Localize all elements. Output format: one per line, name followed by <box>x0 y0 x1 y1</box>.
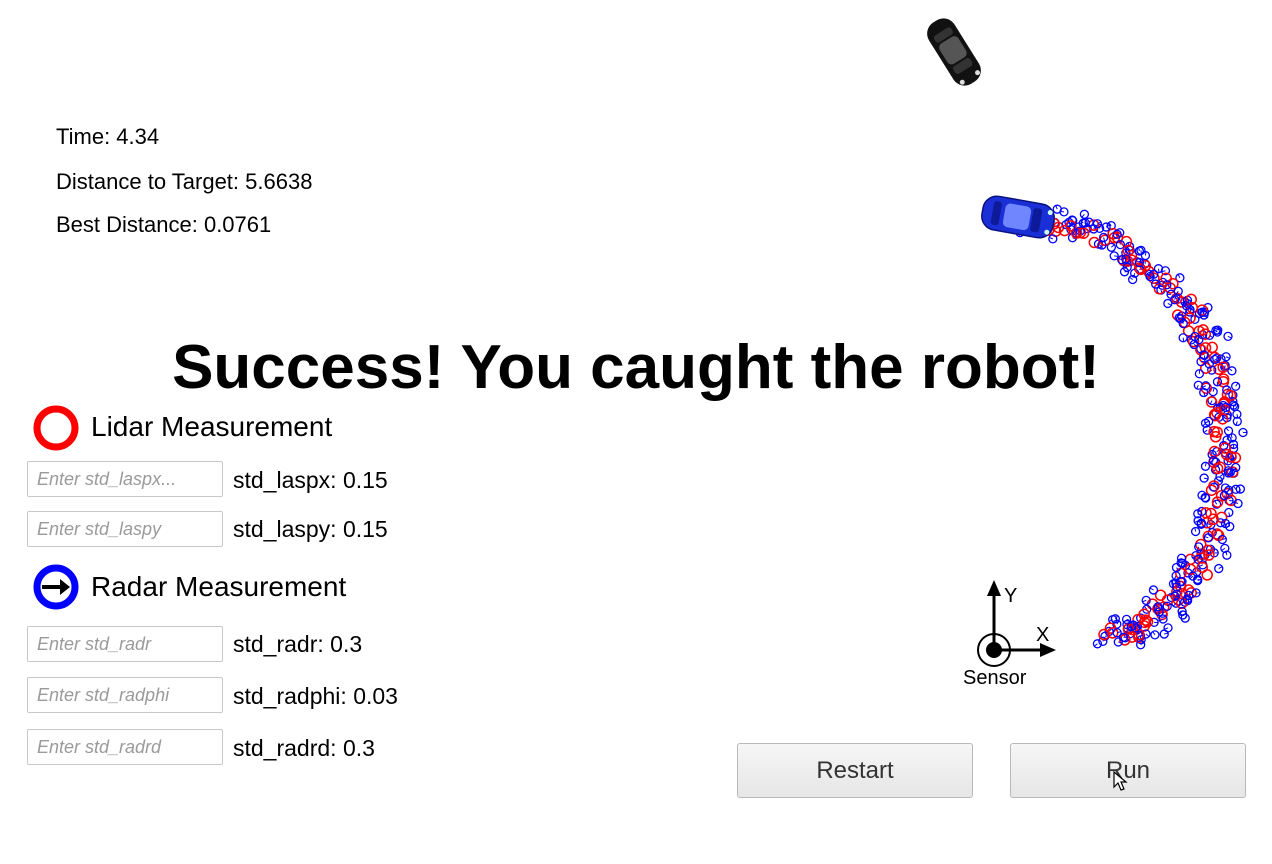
radar-marker-arrow <box>1149 587 1154 591</box>
std-radphi-label: std_radphi: 0.03 <box>233 683 398 709</box>
sensor-axes: Y X Sensor <box>963 580 1056 689</box>
radar-marker-arrow <box>1194 527 1197 532</box>
radar-marker-arrow <box>1123 266 1128 268</box>
radar-marker-arrow <box>1119 240 1121 245</box>
blue-car-icon <box>981 195 1055 239</box>
radar-marker-arrow <box>1204 462 1207 467</box>
radar-marker-arrow <box>1152 274 1155 279</box>
radar-marker-arrow <box>1138 246 1140 252</box>
radar-marker-arrow <box>1142 599 1147 603</box>
std-laspy-input[interactable] <box>27 511 223 547</box>
sensor-label: Sensor <box>963 667 1027 689</box>
radar-marker-arrow <box>1239 488 1241 494</box>
radar-marker-arrow <box>1167 302 1172 306</box>
std-laspx-label: std_laspx: 0.15 <box>233 467 388 493</box>
radar-marker-arrow <box>1182 562 1187 565</box>
radar-marker-arrow <box>1214 500 1218 505</box>
radar-marker-arrow <box>1198 564 1203 567</box>
mouse-cursor-icon <box>1113 771 1128 791</box>
success-banner: Success! You caught the robot! <box>172 333 1100 402</box>
radar-marker-arrow <box>1055 205 1058 210</box>
std-laspx-input[interactable] <box>27 461 223 497</box>
radar-marker-arrow <box>1233 485 1237 490</box>
radar-marker-arrow <box>1204 536 1209 539</box>
radar-marker-arrow <box>1230 433 1233 439</box>
radar-marker-arrow <box>1227 472 1230 477</box>
x-axis-label: X <box>1036 624 1049 646</box>
radar-marker-arrow <box>1093 643 1098 647</box>
radar-marker-arrow <box>1103 237 1106 242</box>
radar-marker-arrow <box>1179 317 1184 319</box>
radar-marker-arrow <box>1177 274 1181 279</box>
std-radr-input[interactable] <box>27 626 223 662</box>
lidar-marker <box>1195 538 1207 551</box>
radar-measurement-label: Radar Measurement <box>91 571 347 602</box>
radar-marker-arrow <box>1081 213 1085 218</box>
std-radrd-label: std_radrd: 0.3 <box>233 735 375 761</box>
black-car-icon <box>927 18 981 86</box>
time-readout: Time: 4.34 <box>56 124 160 149</box>
distance-to-target-readout: Distance to Target: 5.6638 <box>56 169 313 194</box>
radar-marker-arrow <box>1048 236 1053 240</box>
restart-button[interactable]: Restart <box>737 743 973 798</box>
radar-marker-arrow <box>1228 512 1231 517</box>
radar-marker-arrow <box>1111 244 1115 248</box>
radar-marker-arrow <box>1204 420 1209 424</box>
radar-marker-arrow <box>1129 276 1133 280</box>
radar-marker-arrow <box>1144 251 1147 256</box>
lidar-measurement-label: Lidar Measurement <box>91 411 333 442</box>
radar-marker-arrow <box>1218 566 1223 569</box>
radar-marker-arrow <box>1164 627 1169 630</box>
lidar-ring-icon <box>33 405 79 451</box>
radar-marker-arrow <box>1204 477 1209 480</box>
radar-marker-arrow <box>1224 523 1226 528</box>
radar-marker-arrow <box>1114 255 1119 257</box>
radar-marker-arrow <box>1221 547 1226 551</box>
radar-marker-arrow <box>1218 480 1223 483</box>
std-radrd-input[interactable] <box>27 729 223 765</box>
radar-marker-arrow <box>1176 586 1181 589</box>
measurement-trail <box>1015 204 1248 650</box>
radar-marker-arrow <box>1225 427 1229 432</box>
radar-marker-arrow <box>1164 632 1169 635</box>
radar-marker-arrow <box>1203 429 1208 433</box>
radar-marker-arrow <box>1219 473 1224 477</box>
std-laspy-label: std_laspy: 0.15 <box>233 516 388 542</box>
radar-marker-arrow <box>1152 631 1156 636</box>
radar-arrow-icon <box>33 564 79 610</box>
std-radr-label: std_radr: 0.3 <box>233 631 363 657</box>
y-axis-label: Y <box>1004 585 1017 607</box>
radar-marker-arrow <box>1118 641 1123 644</box>
std-radphi-input[interactable] <box>27 677 223 713</box>
best-distance-readout: Best Distance: 0.0761 <box>56 212 272 237</box>
radar-marker-arrow <box>1235 421 1238 426</box>
radar-marker-arrow <box>1145 633 1150 638</box>
